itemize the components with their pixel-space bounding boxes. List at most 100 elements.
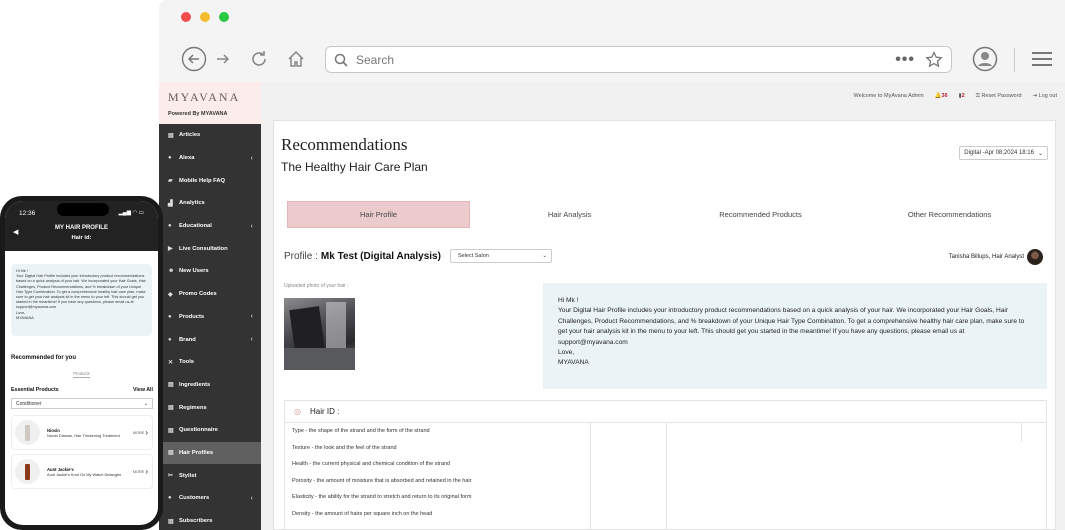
welcome-message: Hi Mk ! Your Digital Hair Profile includ… [543, 283, 1047, 389]
product-category-select[interactable]: Conditioner ⌄ [11, 398, 153, 409]
sidebar-item-label: Ingredients [179, 381, 211, 388]
sidebar-item-label: Articles [179, 132, 201, 139]
tab-recommended-products[interactable]: Recommended Products [669, 201, 852, 228]
forward-button[interactable] [209, 45, 237, 73]
hair-photo[interactable] [284, 298, 355, 370]
tab-hair-profile[interactable]: Hair Profile [287, 201, 470, 228]
tab-other-recommendations[interactable]: Other Recommendations [852, 201, 1047, 228]
phone-message: Hi Mk ! Your Digital Hair Profile includ… [11, 264, 152, 336]
sidebar-item-products[interactable]: ● Products ‹ [159, 306, 261, 329]
messages-link[interactable]: ▮2 [959, 93, 965, 99]
table-row: Texture - the look and the feel of the s… [292, 444, 397, 451]
message-closing: Love, [558, 349, 575, 357]
sidebar-item-regimens[interactable]: ▤ Regimens [159, 396, 261, 419]
profile-name: Mk Test (Digital Analysis) [320, 250, 441, 262]
sidebar-item-live-consultation[interactable]: ▶ Live Consultation [159, 237, 261, 260]
sidebar-item-questionnaire[interactable]: ▤ Questionnaire [159, 419, 261, 442]
hair-id-header: ◎ Hair ID : [285, 401, 1046, 423]
salon-select-value: Select Salon [457, 253, 489, 259]
sidebar-item-ingredients[interactable]: ▤ Ingredients [159, 374, 261, 397]
analyst-name: Tanisha Billups, Hair Analyst [948, 254, 1024, 260]
sidebar-item-label: Analytics [179, 200, 205, 207]
bookmark-star-icon[interactable] [925, 50, 943, 69]
video-icon: ▶ [168, 246, 173, 253]
back-button[interactable] [180, 45, 208, 73]
page-subtitle: The Healthy Hair Care Plan [281, 160, 428, 174]
reset-password-link[interactable]: ⚿ Reset Password [976, 93, 1022, 100]
document-icon: ▤ [168, 405, 174, 412]
upload-label: Uploaded photo of your hair : [284, 283, 349, 289]
sidebar-item-new-users[interactable]: ☻ New Users [159, 260, 261, 283]
sidebar-item-analytics[interactable]: ▟ Analytics [159, 192, 261, 215]
sidebar-item-educational[interactable]: ● Educational ‹ [159, 215, 261, 238]
circle-icon: ● [168, 155, 172, 162]
sidebar-item-label: Stylist [179, 472, 197, 479]
minimize-window-button[interactable] [200, 12, 210, 22]
more-options-icon[interactable]: ••• [895, 51, 915, 69]
sidebar-item-label: New Users [179, 268, 209, 275]
phone-screen: 12:36 ▂▄▆ ◠ ▭ ◀ MY HAIR PROFILE Hair id:… [5, 201, 158, 525]
sidebar-item-articles[interactable]: ▤ Articles [159, 124, 261, 147]
search-input[interactable] [356, 52, 896, 67]
top-bar: Welcome to MyAvana Admin 🔔36 ▮2 ⚿ Reset … [261, 82, 1065, 110]
sidebar-item-stylist[interactable]: ✂ Stylist [159, 464, 261, 487]
tag-icon: ◆ [168, 291, 173, 298]
products-tab[interactable]: Products [5, 371, 158, 378]
close-window-button[interactable] [181, 12, 191, 22]
browser-window: ••• MYAVANA Powered By MYAVANA Welcome t… [159, 0, 1065, 530]
phone-header: 12:36 ▂▄▆ ◠ ▭ ◀ MY HAIR PROFILE Hair id: [5, 201, 158, 251]
sidebar-item-promo-codes[interactable]: ◆ Promo Codes [159, 283, 261, 306]
reload-icon [252, 51, 266, 66]
sidebar-item-subscribers[interactable]: ▤ Subscribers [159, 510, 261, 530]
analyst-info: Tanisha Billups, Hair Analyst [949, 249, 1043, 265]
essential-products-heading: Essential Products [11, 387, 59, 393]
more-button[interactable]: MORE › [133, 467, 148, 476]
document-icon: ▤ [168, 132, 174, 139]
sidebar-item-label: Brand [179, 336, 196, 343]
circle-icon: ● [168, 336, 172, 343]
menu-button[interactable] [1028, 45, 1056, 73]
hair-id-table: Type - the shape of the strand and the f… [285, 423, 1047, 522]
address-bar[interactable]: ••• [325, 46, 952, 73]
logout-link[interactable]: ⇥ Log out [1033, 93, 1058, 99]
sidebar-item-mobile-help-faq[interactable]: ▰ Mobile Help FAQ [159, 169, 261, 192]
sidebar-item-brand[interactable]: ● Brand ‹ [159, 328, 261, 351]
chevron-left-icon: ‹ [250, 494, 253, 502]
powered-by: Powered By MYAVANA [168, 111, 228, 117]
phone-mockup: 12:36 ▂▄▆ ◠ ▭ ◀ MY HAIR PROFILE Hair id:… [0, 196, 163, 530]
reload-button[interactable] [245, 45, 273, 73]
more-label: MORE [132, 469, 145, 474]
salon-select[interactable]: Select Salon ⌄ [449, 249, 552, 263]
chevron-down-icon: ⌄ [143, 400, 148, 407]
sidebar-item-label: Live Consultation [179, 245, 228, 252]
sidebar-item-hair-profiles[interactable]: ▤ Hair Profiles [159, 441, 261, 465]
sidebar-item-tools[interactable]: ✕ Tools [159, 351, 261, 374]
chevron-down-icon: ⌄ [542, 253, 547, 259]
document-icon: ▤ [168, 382, 174, 389]
sidebar-item-customers[interactable]: ● Customers ‹ [159, 487, 261, 510]
view-all-link[interactable]: View All [133, 387, 153, 393]
product-card[interactable]: Aunt Jackie's Aunt Jackie's Knot On My W… [11, 454, 153, 489]
circle-icon: ● [168, 495, 172, 502]
product-card[interactable]: Nioxin Nioxin Diamax, Hair Thickening Tr… [11, 415, 153, 450]
sidebar-item-alexa[interactable]: ● Alexa ‹ [159, 147, 261, 170]
more-button[interactable]: MORE › [133, 428, 148, 437]
phone-message-body: Your Digital Hair Profile includes your … [16, 274, 146, 310]
product-text: Aunt Jackie's Aunt Jackie's Knot On My W… [47, 467, 127, 477]
hair-id-title: Hair ID : [309, 407, 340, 416]
sidebar-item-label: Alexa [179, 155, 195, 162]
maximize-window-button[interactable] [219, 12, 229, 22]
home-icon [288, 50, 304, 67]
bell-count: 36 [941, 93, 948, 99]
date-select[interactable]: Digital -Apr 08,2024 18:16 ⌄ [959, 146, 1048, 160]
sidebar-item-label: Regimens [179, 404, 207, 411]
tab-hair-analysis[interactable]: Hair Analysis [470, 201, 669, 228]
recommended-heading: Recommended for you [11, 355, 77, 361]
product-text: Nioxin Nioxin Diamax, Hair Thickening Tr… [47, 428, 127, 438]
table-row: Type - the shape of the strand and the f… [292, 428, 430, 435]
essential-products-row: Essential Products View All [11, 387, 153, 393]
account-button[interactable] [970, 44, 1000, 74]
home-button[interactable] [282, 45, 310, 73]
notifications-link[interactable]: 🔔36 [935, 93, 948, 99]
product-name: Nioxin Diamax, Hair Thickening Treatment [47, 432, 120, 438]
